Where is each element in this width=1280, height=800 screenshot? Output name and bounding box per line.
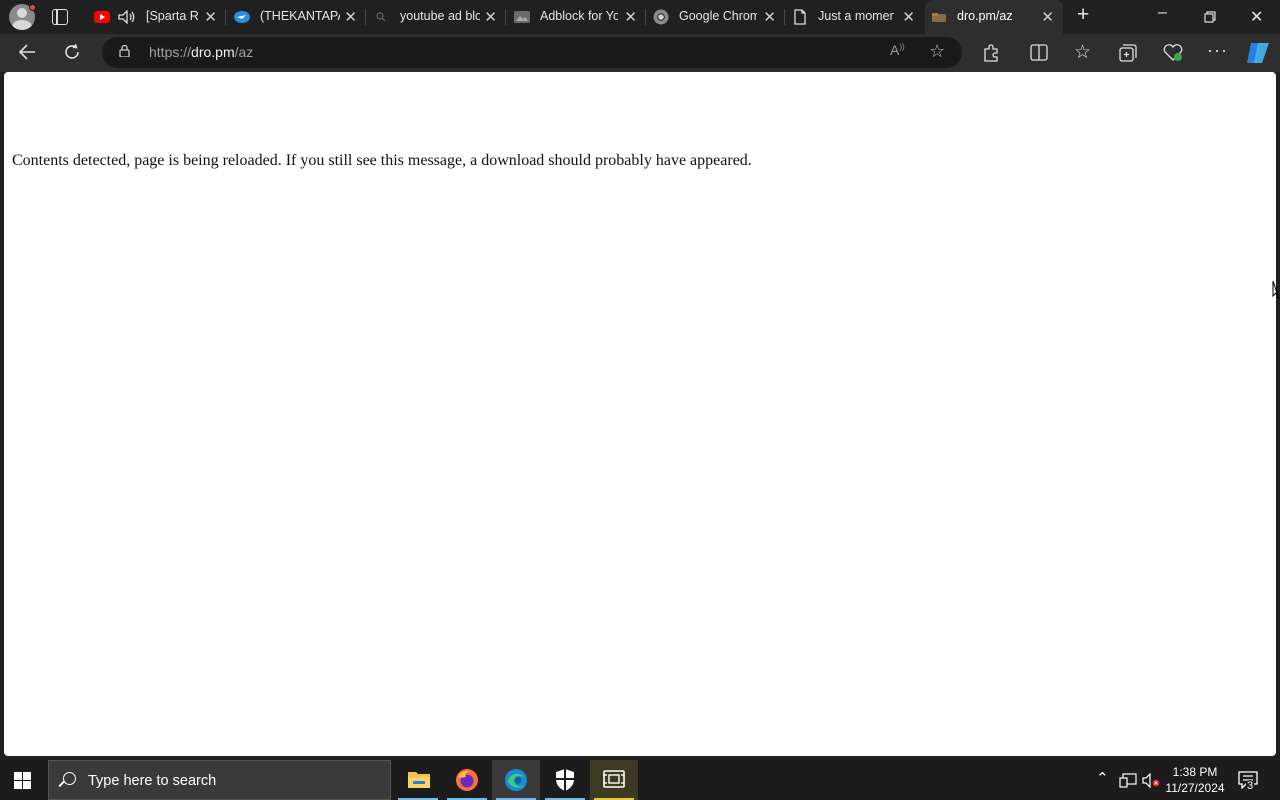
close-tab-icon[interactable]: ✕ — [484, 8, 497, 26]
url-host: dro.pm — [191, 44, 235, 60]
favorites-icon[interactable]: ☆ — [1074, 41, 1091, 64]
more-options-icon[interactable]: ··· — [1207, 40, 1228, 61]
tab-dro-pm-active[interactable]: dro.pm/az ✕ — [925, 0, 1063, 34]
windows-start-icon[interactable] — [14, 772, 32, 790]
tab-separator — [365, 9, 366, 25]
shield-icon — [556, 769, 574, 791]
tab-separator — [784, 9, 785, 25]
clock-time: 1:38 PM — [1172, 765, 1218, 779]
reload-message: Contents detected, page is being reloade… — [12, 152, 752, 169]
new-tab-icon[interactable]: + — [1077, 3, 1089, 27]
tab-sparta[interactable]: [Sparta Re ✕ — [88, 0, 226, 34]
tab-title: [Sparta Re — [146, 9, 198, 23]
youtube-icon — [94, 11, 110, 23]
lock-icon[interactable] — [119, 45, 130, 57]
volume-muted-icon[interactable] — [1142, 773, 1160, 788]
chrome-icon — [653, 9, 669, 25]
tab-google-chrome[interactable]: Google Chrom ✕ — [647, 0, 785, 34]
restore-icon[interactable] — [1204, 11, 1216, 23]
extensions-icon[interactable] — [982, 44, 1000, 62]
film-icon — [603, 770, 625, 788]
close-window-icon[interactable]: ✕ — [1250, 7, 1263, 27]
close-tab-icon[interactable]: ✕ — [763, 8, 776, 26]
url-prefix: https:// — [149, 44, 192, 60]
refresh-icon[interactable] — [63, 43, 81, 61]
search-icon — [376, 12, 386, 22]
show-hidden-icons-chevron-icon[interactable]: ⌃ — [1096, 769, 1109, 787]
tab-just-a-moment[interactable]: Just a moment ✕ — [786, 0, 924, 34]
firefox-app[interactable] — [443, 760, 491, 800]
tab-separator — [645, 9, 646, 25]
network-icon[interactable] — [1119, 773, 1137, 788]
page-viewport: Contents detected, page is being reloade… — [4, 72, 1276, 756]
tab-strip: [Sparta Re ✕ (THEKANTAPA ✕ youtube ad bl… — [0, 0, 1280, 34]
system-clock[interactable]: 1:38 PM 11/27/2024 — [1160, 764, 1230, 796]
browser-essentials-icon[interactable] — [1163, 44, 1183, 62]
clock-date: 11/27/2024 — [1165, 781, 1225, 795]
video-editor-app[interactable] — [590, 760, 638, 800]
url-path: /az — [234, 44, 254, 60]
address-bar[interactable]: https://dro.pm/az A)) ☆ — [102, 37, 962, 68]
close-tab-icon[interactable]: ✕ — [902, 8, 915, 26]
search-icon — [63, 772, 76, 785]
profile-notification-dot — [29, 4, 36, 11]
browser-toolbar: https://dro.pm/az A)) ☆ ☆ ··· — [0, 34, 1280, 72]
notification-count-badge: 3 — [1246, 780, 1255, 792]
tab-separator — [505, 9, 506, 25]
tab-thekantapa[interactable]: (THEKANTAPA ✕ — [228, 0, 366, 34]
tab-title: Google Chrom — [679, 9, 757, 23]
close-tab-icon[interactable]: ✕ — [204, 8, 217, 26]
folder-icon — [408, 772, 430, 788]
tab-actions-icon[interactable] — [52, 9, 68, 25]
close-tab-icon[interactable]: ✕ — [624, 8, 637, 26]
tab-title: Just a moment — [818, 9, 894, 23]
security-app[interactable] — [541, 760, 589, 800]
speaker-icon[interactable] — [118, 10, 136, 24]
tab-title: Adblock for Yo — [540, 9, 618, 23]
split-screen-icon[interactable] — [1030, 44, 1048, 61]
url-text[interactable]: https://dro.pm/az — [149, 44, 253, 60]
chat-icon — [234, 11, 250, 23]
tab-title: youtube ad blo — [400, 9, 480, 23]
mouse-cursor-icon — [1272, 280, 1280, 300]
back-arrow-icon[interactable] — [18, 44, 36, 60]
firefox-icon — [456, 769, 478, 791]
tab-adblock[interactable]: Adblock for Yo ✕ — [508, 0, 646, 34]
dropbox-icon — [932, 13, 946, 22]
search-placeholder: Type here to search — [88, 773, 217, 789]
edge-icon — [505, 769, 527, 791]
copilot-icon[interactable] — [1245, 41, 1271, 65]
page-icon — [794, 9, 806, 25]
file-explorer-app[interactable] — [394, 760, 442, 800]
tab-title: (THEKANTAPA — [260, 9, 340, 23]
close-tab-icon[interactable]: ✕ — [1041, 8, 1054, 26]
tab-title: dro.pm/az — [957, 9, 1013, 23]
tab-separator — [225, 9, 226, 25]
taskbar-search-box[interactable]: Type here to search — [48, 760, 391, 800]
edge-app[interactable] — [492, 760, 540, 800]
image-icon — [514, 11, 530, 23]
collections-icon[interactable] — [1119, 44, 1137, 62]
close-tab-icon[interactable]: ✕ — [344, 8, 357, 26]
read-aloud-icon[interactable]: A)) — [890, 42, 905, 58]
minimize-icon[interactable]: – — [1158, 4, 1167, 22]
tab-youtube-ad-block[interactable]: youtube ad blo ✕ — [368, 0, 506, 34]
favorite-star-icon[interactable]: ☆ — [929, 41, 945, 62]
windows-taskbar: Type here to search ⌃ 1:38 PM 11/27/2024… — [0, 760, 1280, 800]
